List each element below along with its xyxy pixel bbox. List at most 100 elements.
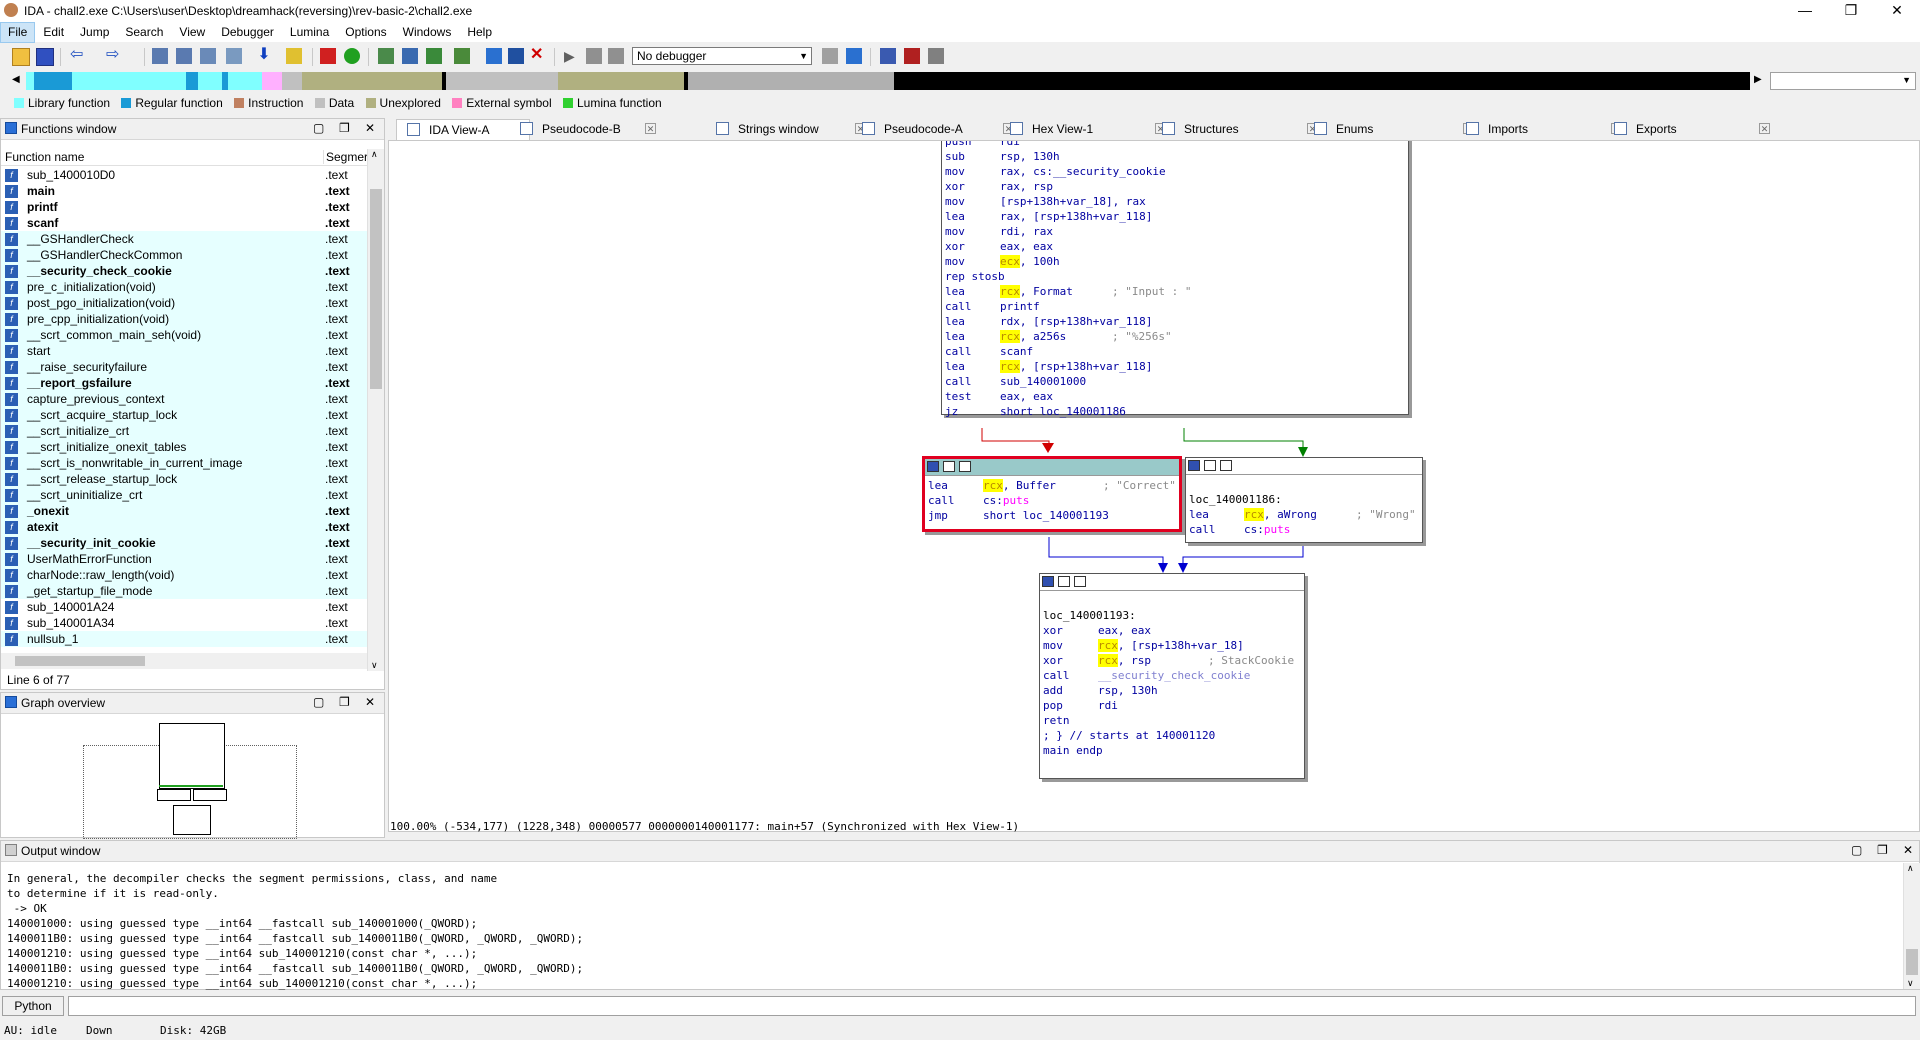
instruction-line[interactable]: call cs:puts	[925, 493, 1179, 508]
menu-help[interactable]: Help	[459, 22, 500, 42]
delete-icon[interactable]: ✕	[530, 47, 546, 64]
instruction-line[interactable]: lea rdx, [rsp+138h+var_118]	[942, 314, 1408, 329]
add-icon[interactable]	[426, 48, 442, 64]
instruction-line[interactable]: call cs:puts	[1186, 522, 1422, 537]
paste-binary-icon[interactable]	[176, 48, 192, 64]
instruction-line[interactable]: xor eax, eax	[942, 239, 1408, 254]
function-row[interactable]: f UserMathErrorFunction .text	[1, 551, 367, 567]
maximize-panel-icon[interactable]: ▢	[313, 695, 324, 709]
close-button[interactable]: ✕	[1874, 0, 1920, 22]
run-script-icon[interactable]	[344, 48, 360, 64]
function-row[interactable]: f __security_init_cookie .text	[1, 535, 367, 551]
function-row[interactable]: f _get_startup_file_mode .text	[1, 583, 367, 599]
menu-debugger[interactable]: Debugger	[213, 22, 282, 42]
instruction-line[interactable]: test eax, eax	[942, 389, 1408, 404]
menu-jump[interactable]: Jump	[72, 22, 117, 42]
instruction-line[interactable]: jmp short loc_140001193	[925, 508, 1179, 523]
forward-icon[interactable]: ⇨	[106, 47, 122, 64]
function-row[interactable]: f __scrt_acquire_startup_lock .text	[1, 407, 367, 423]
function-row[interactable]: f __scrt_release_startup_lock .text	[1, 471, 367, 487]
function-row[interactable]: f __raise_securityfailure .text	[1, 359, 367, 375]
function-row[interactable]: f atexit .text	[1, 519, 367, 535]
attach-icon[interactable]	[846, 48, 862, 64]
function-row[interactable]: f printf .text	[1, 199, 367, 215]
command-input[interactable]	[68, 996, 1916, 1016]
maximize-panel-icon[interactable]: ▢	[1851, 843, 1862, 857]
function-row[interactable]: f __GSHandlerCheck .text	[1, 231, 367, 247]
instruction-line[interactable]: lea rcx, aWrong ; "Wrong"	[1186, 507, 1422, 522]
function-row[interactable]: f nullsub_1 .text	[1, 631, 367, 647]
function-row[interactable]: f __report_gsfailure .text	[1, 375, 367, 391]
instruction-line[interactable]: jz short loc_140001186	[942, 404, 1408, 419]
down-arrow-icon[interactable]: ⬇	[256, 47, 272, 64]
search-text-icon[interactable]	[200, 48, 216, 64]
graph-view[interactable]: push rdi sub rsp, 130h mov rax, cs:__security…	[388, 140, 1920, 832]
block-correct[interactable]: lea rcx, Buffer ; "Correct" call cs:puts jmp s…	[922, 456, 1182, 532]
menu-lumina[interactable]: Lumina	[282, 22, 337, 42]
output-text[interactable]: In general, the decompiler checks the se…	[7, 871, 583, 991]
navigation-band[interactable]: ◀ ▶ ▼	[4, 72, 1920, 98]
instruction-line[interactable]: call sub_140001000	[942, 374, 1408, 389]
close-panel-icon[interactable]: ✕	[365, 695, 375, 709]
debugger-select[interactable]: No debugger ▼	[632, 47, 812, 65]
functions-vscroll[interactable]: ∧ ∨	[367, 149, 384, 671]
stop-icon[interactable]	[608, 48, 624, 64]
instruction-line[interactable]: lea rcx, a256s ; "%256s"	[942, 329, 1408, 344]
instruction-line[interactable]: xor eax, eax	[1040, 623, 1304, 638]
instruction-line[interactable]: lea rcx, Buffer ; "Correct"	[925, 478, 1179, 493]
scroll-down-icon[interactable]: ∨	[1907, 978, 1914, 989]
scroll-thumb[interactable]	[1906, 949, 1918, 975]
tab-hex-view-1[interactable]: Hex View-1 ✕	[1000, 119, 1166, 139]
scroll-up-icon[interactable]: ∧	[1907, 863, 1914, 874]
close-tab-icon[interactable]: ✕	[645, 123, 656, 134]
scroll-thumb[interactable]	[370, 189, 382, 389]
function-row[interactable]: f sub_1400010D0 .text	[1, 167, 367, 183]
open-icon[interactable]	[12, 48, 30, 66]
instruction-line[interactable]: add rsp, 130h	[1040, 683, 1304, 698]
tab-structures[interactable]: Structures ✕	[1152, 119, 1318, 139]
breakpoint-icon[interactable]	[822, 48, 838, 64]
function-row[interactable]: f charNode::raw_length(void) .text	[1, 567, 367, 583]
segments-icon[interactable]	[880, 48, 896, 64]
tab-enums[interactable]: Enums✕	[1304, 119, 1474, 139]
save-icon[interactable]	[36, 48, 54, 66]
instruction-line[interactable]: call __security_check_cookie	[1040, 668, 1304, 683]
function-row[interactable]: f _onexit .text	[1, 503, 367, 519]
functions-list[interactable]: f sub_1400010D0 .text f main .text f printf .tex…	[1, 167, 367, 687]
menu-options[interactable]: Options	[337, 22, 394, 42]
column-function-name[interactable]: Function name	[5, 150, 84, 164]
close-tab-icon[interactable]: ✕	[1759, 123, 1770, 134]
instruction-line[interactable]: rep stosb	[942, 269, 1408, 284]
function-row[interactable]: f __scrt_is_nonwritable_in_current_image.…	[1, 455, 367, 471]
maximize-panel-icon[interactable]: ▢	[313, 121, 324, 135]
patch-icon[interactable]	[904, 48, 920, 64]
menu-file[interactable]: File	[0, 22, 36, 43]
navigation-strip[interactable]	[26, 72, 1750, 90]
settings-icon[interactable]	[928, 48, 944, 64]
tab-exports[interactable]: Exports ✕	[1604, 119, 1770, 139]
function-row[interactable]: f __GSHandlerCheckCommon .text	[1, 247, 367, 263]
tab-pseudocode-a[interactable]: Pseudocode-A ✕	[852, 119, 1014, 139]
nav-dropdown[interactable]: ▼	[1770, 72, 1916, 90]
column-segment[interactable]: Segmer	[323, 150, 368, 164]
menu-search[interactable]: Search	[117, 22, 171, 42]
tab-strings-window[interactable]: Strings window ✕	[706, 119, 866, 139]
instruction-line[interactable]: lea rcx, [rsp+138h+var_118]	[942, 359, 1408, 374]
function-row[interactable]: f post_pgo_initialization(void) .text	[1, 295, 367, 311]
instruction-line[interactable]: xor rax, rsp	[942, 179, 1408, 194]
menu-edit[interactable]: Edit	[35, 22, 72, 42]
function-row[interactable]: f sub_140001A24 .text	[1, 599, 367, 615]
tab-pseudocode-b[interactable]: Pseudocode-B ✕	[510, 119, 656, 139]
function-row[interactable]: f pre_c_initialization(void) .text	[1, 279, 367, 295]
instruction-line[interactable]: push rdi	[942, 141, 1408, 149]
function-row[interactable]: f main .text	[1, 183, 367, 199]
output-vscroll[interactable]: ∧ ∨	[1903, 863, 1920, 989]
instruction-line[interactable]: mov rcx, [rsp+138h+var_18]	[1040, 638, 1304, 653]
mark-icon[interactable]	[286, 48, 302, 64]
block-main[interactable]: push rdi sub rsp, 130h mov rax, cs:__security…	[941, 141, 1409, 418]
scroll-down-icon[interactable]: ∨	[371, 660, 378, 671]
close-panel-icon[interactable]: ✕	[365, 121, 375, 135]
create-function-icon[interactable]	[378, 48, 394, 64]
menu-windows[interactable]: Windows	[395, 22, 460, 42]
pause-icon[interactable]	[586, 48, 602, 64]
